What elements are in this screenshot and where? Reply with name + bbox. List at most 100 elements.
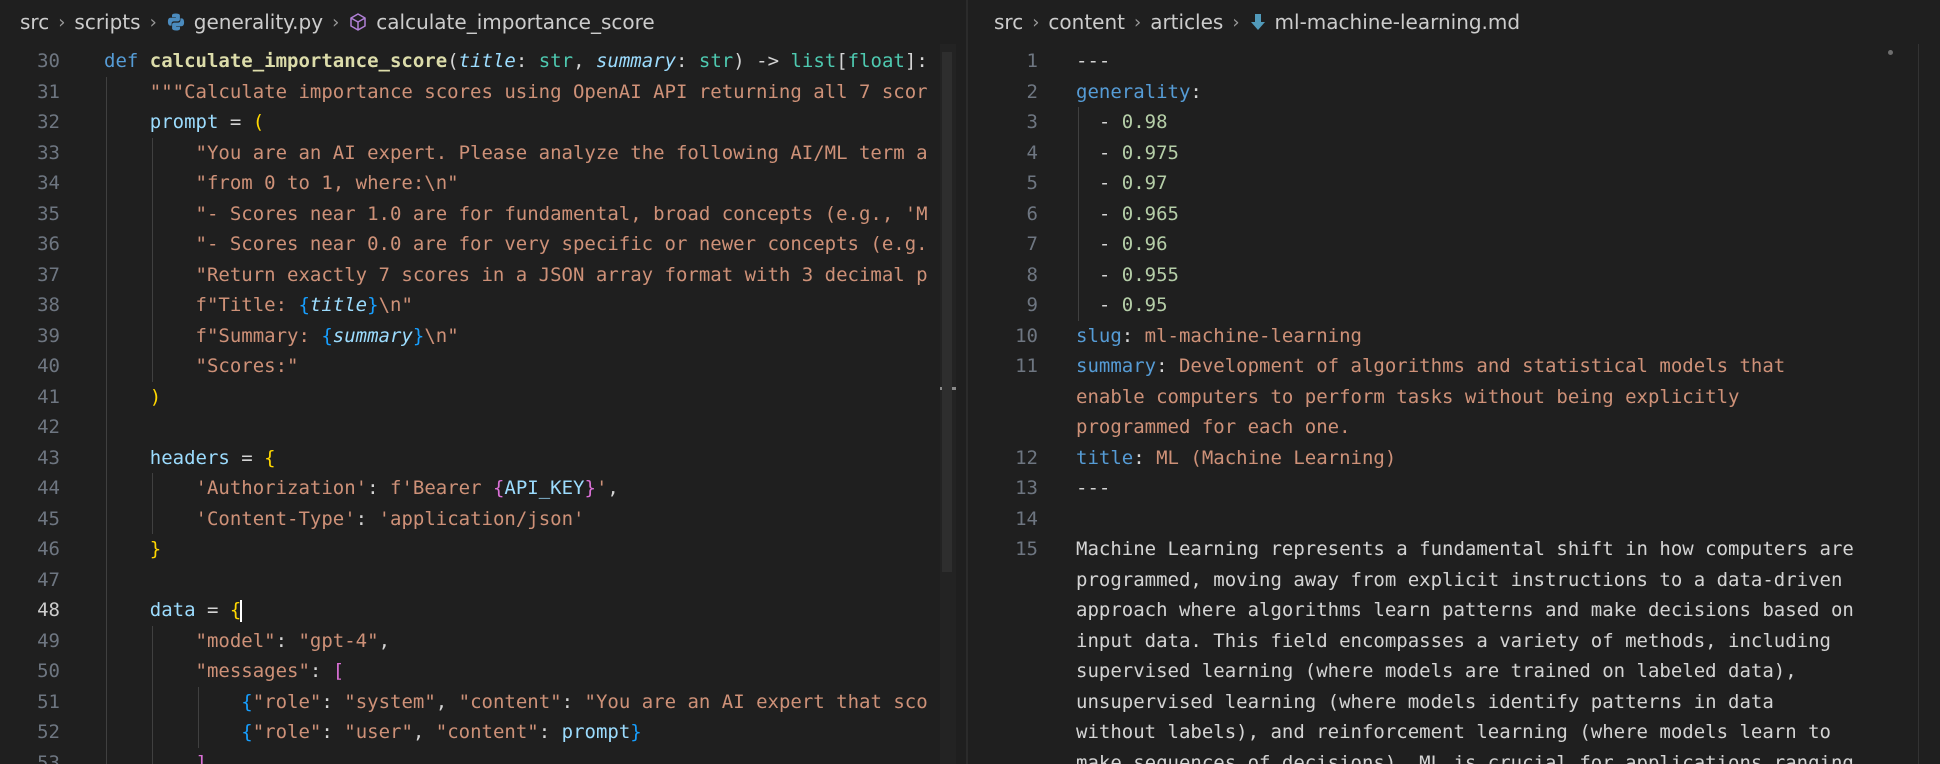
left-editor-pane[interactable]: src › scripts › generality.py › calculat… xyxy=(0,0,966,764)
code-line[interactable]: approach where algorithms learn patterns… xyxy=(968,595,1940,625)
code-line[interactable]: 52 {"role": "user", "content": prompt} xyxy=(0,717,966,747)
line-content: } xyxy=(104,534,161,564)
code-line[interactable]: programmed for each one. xyxy=(968,412,1940,442)
code-line[interactable]: 32 prompt = ( xyxy=(0,107,966,137)
code-line[interactable]: input data. This field encompasses a var… xyxy=(968,626,1940,656)
code-line[interactable]: 48 data = { xyxy=(0,595,966,625)
line-number: 44 xyxy=(37,477,60,499)
breadcrumb-item-symbol[interactable]: calculate_importance_score xyxy=(376,10,654,34)
code-line[interactable]: 10 slug: ml-machine-learning xyxy=(968,321,1940,351)
code-token: generality xyxy=(1076,80,1191,103)
code-line[interactable]: 50 "messages": [ xyxy=(0,656,966,686)
code-token: "role" xyxy=(252,721,322,743)
breadcrumb-item-scripts[interactable]: scripts xyxy=(74,10,140,34)
code-line[interactable]: 45 'Content-Type': 'application/json' xyxy=(0,504,966,534)
code-line[interactable]: 47 xyxy=(0,565,966,595)
code-token: ml-machine-learning xyxy=(1144,324,1362,347)
code-token: : xyxy=(538,721,562,743)
code-line[interactable]: 42 xyxy=(0,412,966,442)
code-line[interactable]: 51 {"role": "system", "content": "You ar… xyxy=(0,687,966,717)
chevron-right-icon: › xyxy=(1133,11,1142,33)
code-line[interactable]: 31 """Calculate importance scores using … xyxy=(0,77,966,107)
code-line[interactable]: 33 "You are an AI expert. Please analyze… xyxy=(0,138,966,168)
code-token: approach where algorithms learn patterns… xyxy=(1076,599,1854,621)
code-token: make sequences of decisions). ML is cruc… xyxy=(1076,751,1854,764)
line-number: 9 xyxy=(1026,294,1038,316)
code-line[interactable]: 37 "Return exactly 7 scores in a JSON ar… xyxy=(0,260,966,290)
code-line[interactable]: 1 --- xyxy=(968,46,1940,76)
code-line[interactable]: 43 headers = { xyxy=(0,443,966,473)
code-line[interactable]: 9 - 0.95 xyxy=(968,290,1940,320)
scrollbar-thumb[interactable] xyxy=(942,52,952,572)
code-token: : xyxy=(321,690,345,713)
scrollbar[interactable] xyxy=(940,44,956,764)
code-token: 0.965 xyxy=(1121,202,1179,225)
code-area[interactable]: 1 --- 2 generality: 3 - 0.98 4 - 0.975 5 - 0.9… xyxy=(968,44,1940,764)
code-token: "Return exactly 7 scores in a JSON array… xyxy=(104,263,928,286)
line-content: title: ML (Machine Learning) xyxy=(1076,443,1396,473)
right-editor-pane[interactable]: src › content › articles › ml-machine-le… xyxy=(968,0,1940,764)
breadcrumb-item-src[interactable]: src xyxy=(20,10,49,34)
code-token: ) -> xyxy=(733,50,791,72)
code-line[interactable]: 15 Machine Learning represents a fundamen… xyxy=(968,534,1940,564)
code-token: } xyxy=(584,477,596,499)
code-line[interactable]: 40 "Scores:" xyxy=(0,351,966,381)
code-line[interactable]: 8 - 0.955 xyxy=(968,260,1940,290)
code-area[interactable]: 30 def calculate_importance_score(title: … xyxy=(0,44,966,764)
line-content: {"role": "user", "content": prompt} xyxy=(104,717,641,747)
code-line[interactable]: enable computers to perform tasks withou… xyxy=(968,382,1940,412)
code-token: 0.95 xyxy=(1121,294,1168,316)
code-token: "user" xyxy=(344,721,413,743)
code-line[interactable]: without labels), and reinforcement learn… xyxy=(968,717,1940,747)
code-line[interactable]: 30 def calculate_importance_score(title: … xyxy=(0,46,966,76)
code-line[interactable]: 4 - 0.975 xyxy=(968,138,1940,168)
python-file-icon xyxy=(167,13,184,31)
breadcrumb-item-file[interactable]: generality.py xyxy=(194,10,323,34)
code-line[interactable]: 11 summary: Development of algorithms and… xyxy=(968,351,1940,381)
code-line[interactable]: 2 generality: xyxy=(968,77,1940,107)
line-content: ) xyxy=(104,382,161,412)
line-number: 15 xyxy=(1015,538,1038,560)
code-line[interactable]: 44 'Authorization': f'Bearer {API_KEY}', xyxy=(0,473,966,503)
code-line[interactable]: 53 ], xyxy=(0,748,966,764)
code-token: str xyxy=(698,50,734,72)
code-line[interactable]: 38 f"Title: {title}\n" xyxy=(0,290,966,320)
code-line[interactable]: 39 f"Summary: {summary}\n" xyxy=(0,321,966,351)
code-line[interactable]: 5 - 0.97 xyxy=(968,168,1940,198)
code-line[interactable]: 49 "model": "gpt-4", xyxy=(0,626,966,656)
line-number xyxy=(968,412,1038,442)
code-line[interactable]: make sequences of decisions). ML is cruc… xyxy=(968,748,1940,764)
code-token: [ xyxy=(332,660,345,682)
line-number: 39 xyxy=(37,324,60,347)
breadcrumb-item-articles[interactable]: articles xyxy=(1150,10,1223,34)
line-number: 10 xyxy=(1015,324,1038,347)
code-token: ( xyxy=(447,50,459,72)
code-line[interactable]: 13 --- xyxy=(968,473,1940,503)
code-line[interactable]: 41 ) xyxy=(0,382,966,412)
breadcrumb-item-file[interactable]: ml-machine-learning.md xyxy=(1275,10,1521,34)
code-line[interactable]: 6 - 0.965 xyxy=(968,199,1940,229)
line-content: prompt = ( xyxy=(104,107,264,137)
code-token: title xyxy=(1076,446,1134,469)
line-number: 4 xyxy=(1026,141,1038,164)
code-line[interactable]: programmed, moving away from explicit in… xyxy=(968,565,1940,595)
code-token: 0.955 xyxy=(1121,263,1179,286)
code-line[interactable]: 35 "- Scores near 1.0 are for fundamenta… xyxy=(0,199,966,229)
code-line[interactable]: 12 title: ML (Machine Learning) xyxy=(968,443,1940,473)
line-content: "messages": [ xyxy=(104,656,345,686)
code-line[interactable]: unsupervised learning (where models iden… xyxy=(968,687,1940,717)
code-line[interactable]: 7 - 0.96 xyxy=(968,229,1940,259)
code-line[interactable]: supervised learning (where models are tr… xyxy=(968,656,1940,686)
code-line[interactable]: 14 xyxy=(968,504,1940,534)
code-line[interactable]: 3 - 0.98 xyxy=(968,107,1940,137)
line-number: 45 xyxy=(37,507,60,530)
code-line[interactable]: 34 "from 0 to 1, where:\n" xyxy=(0,168,966,198)
line-number xyxy=(968,565,1038,595)
breadcrumb-item-src[interactable]: src xyxy=(994,10,1023,34)
code-line[interactable]: 46 } xyxy=(0,534,966,564)
code-token: unsupervised learning (where models iden… xyxy=(1076,690,1774,713)
breadcrumb-item-content[interactable]: content xyxy=(1048,10,1125,34)
code-token: def xyxy=(104,50,150,72)
code-line[interactable]: 36 "- Scores near 0.0 are for very speci… xyxy=(0,229,966,259)
code-token: "- Scores near 1.0 are for fundamental, … xyxy=(104,202,928,225)
